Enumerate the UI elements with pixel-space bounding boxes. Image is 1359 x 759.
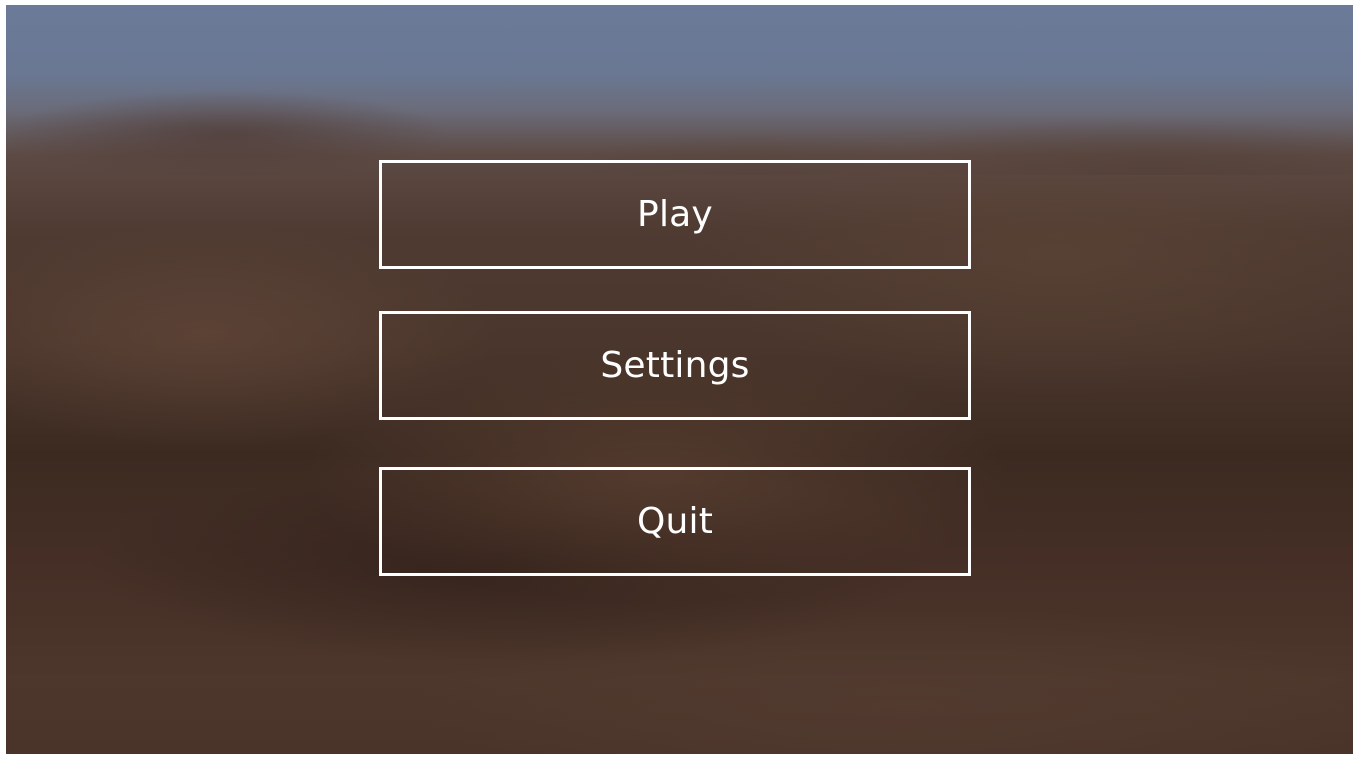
play-button[interactable]: Play bbox=[379, 160, 971, 269]
settings-button-label: Settings bbox=[600, 345, 750, 386]
quit-button[interactable]: Quit bbox=[379, 467, 971, 576]
blurred-background-scene bbox=[6, 5, 1353, 175]
settings-button[interactable]: Settings bbox=[379, 311, 971, 420]
game-viewport: Play Settings Quit bbox=[4, 3, 1355, 756]
quit-button-label: Quit bbox=[636, 501, 714, 542]
play-button-label: Play bbox=[637, 194, 713, 235]
